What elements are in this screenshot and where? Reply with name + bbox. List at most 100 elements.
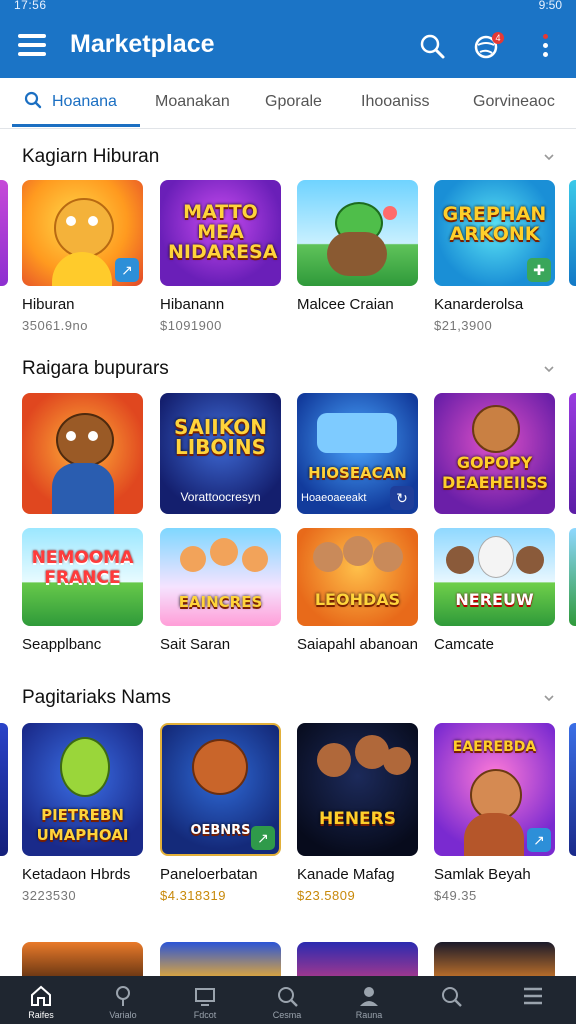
- game-card[interactable]: EAINCRES Sait Saran: [160, 528, 281, 653]
- game-card[interactable]: NEMOOMA FRANCE Seapplbanc: [22, 528, 143, 653]
- game-card[interactable]: HIOSEACAN Hoaeoaeeakt ↻: [297, 393, 418, 514]
- game-logo-text: HENERS: [318, 809, 396, 829]
- chevron-down-icon[interactable]: [544, 693, 554, 703]
- game-thumbnail-partial[interactable]: [569, 528, 576, 626]
- game-thumbnail: HENERS: [297, 723, 418, 856]
- home-icon: [31, 985, 51, 1006]
- nav-item-home[interactable]: Raifes: [0, 976, 82, 1024]
- tab-gporale[interactable]: Gporale: [265, 78, 322, 128]
- nav-item-search[interactable]: [410, 976, 492, 1024]
- game-card[interactable]: LEOHDAS Saiapahl abanoan: [297, 528, 418, 653]
- game-card[interactable]: Malcee Craian: [297, 180, 418, 318]
- category-tabs: Hoanana Moanakan Gporale Ihooaniss Gorvi…: [0, 78, 576, 129]
- game-thumbnail: ↗: [22, 180, 143, 286]
- nav-item-rauna[interactable]: Rauna: [328, 976, 410, 1024]
- game-logo-text: GOPOPY DEAEHEIISS: [442, 453, 549, 492]
- active-tab-indicator: [12, 124, 140, 127]
- game-price: $4.318319: [160, 888, 226, 903]
- game-title: Ketadaon Hbrds: [22, 866, 131, 883]
- gamepad-icon[interactable]: ✚: [527, 258, 551, 282]
- game-card[interactable]: HENERS Kanade Mafag $23.5809: [297, 723, 418, 903]
- share-icon[interactable]: ↗: [251, 826, 275, 850]
- game-price: 3223530: [22, 888, 77, 903]
- nav-item-varialo[interactable]: Varialo: [82, 976, 164, 1024]
- game-card[interactable]: GOPOPY DEAEHEIISS: [434, 393, 555, 514]
- game-logo-text: NEMOOMA FRANCE: [31, 548, 134, 588]
- game-price: $21,3900: [434, 318, 493, 333]
- game-logo-text: GREPHAN ARKONK: [442, 203, 547, 245]
- notifications-button[interactable]: 4: [472, 32, 504, 60]
- game-logo-text: LEOHDAS: [314, 590, 401, 609]
- tab-gorvineaoc[interactable]: Gorvineaoc: [473, 78, 555, 128]
- game-thumbnail-partial[interactable]: [569, 393, 576, 514]
- app-bar: Marketplace 4: [0, 14, 576, 78]
- page-title: Marketplace: [70, 30, 215, 58]
- tv-icon: [195, 988, 215, 1006]
- game-subtitle: Vorattoocresyn: [180, 490, 261, 504]
- person-icon: [360, 987, 378, 1006]
- game-card[interactable]: GREPHAN ARKONK ✚ Kanarderolsa $21,3900: [434, 180, 555, 333]
- game-title: Malcee Craian: [297, 296, 394, 313]
- share-icon[interactable]: ↗: [527, 828, 551, 852]
- tab-label: Hoanana: [52, 93, 117, 110]
- game-thumbnail-partial[interactable]: [0, 180, 8, 286]
- game-thumbnail: LEOHDAS: [297, 528, 418, 626]
- game-card[interactable]: ↗ Hiburan 35061.9no: [22, 180, 143, 333]
- game-title: Kanade Mafag: [297, 866, 395, 883]
- share-icon[interactable]: ↗: [115, 258, 139, 282]
- more-options-icon[interactable]: [543, 34, 549, 60]
- game-thumbnail: SAIIKON LIBOINS Vorattoocresyn: [160, 393, 281, 514]
- game-card[interactable]: [22, 393, 143, 514]
- game-card[interactable]: EAEREBDA ↗ Samlak Beyah $49.35: [434, 723, 555, 903]
- refresh-icon[interactable]: ↻: [390, 486, 414, 510]
- game-card[interactable]: NEREUW Camcate: [434, 528, 555, 653]
- game-thumbnail: NEMOOMA FRANCE: [22, 528, 143, 626]
- status-time: 17:56: [14, 0, 47, 12]
- status-bar: 17:56 9:50: [0, 0, 576, 14]
- game-thumbnail: GREPHAN ARKONK ✚: [434, 180, 555, 286]
- menu-icon: [524, 987, 542, 1005]
- game-thumbnail: OEBNRS ↗: [160, 723, 281, 856]
- game-title: Hiburan: [22, 296, 75, 313]
- game-thumbnail: GOPOPY DEAEHEIISS: [434, 393, 555, 514]
- game-title: Sait Saran: [160, 636, 231, 653]
- game-thumbnail-partial[interactable]: [569, 180, 576, 286]
- nav-item-fdcot[interactable]: Fdcot: [164, 976, 246, 1024]
- search-icon: [278, 987, 298, 1007]
- game-thumbnail-partial[interactable]: [569, 723, 576, 856]
- game-logo-text: EAEREBDA: [452, 739, 537, 755]
- hamburger-menu-icon[interactable]: [18, 34, 46, 58]
- search-icon: [442, 987, 462, 1007]
- game-thumbnail: HIOSEACAN Hoaeoaeeakt ↻: [297, 393, 418, 514]
- nav-label: Fdcot: [193, 1010, 217, 1020]
- tab-hoanana[interactable]: Hoanana: [24, 78, 117, 128]
- tab-moanakan[interactable]: Moanakan: [155, 78, 230, 128]
- game-subtitle: Hoaeoaeeakt: [301, 492, 367, 504]
- game-thumbnail-partial[interactable]: [0, 723, 8, 856]
- game-card[interactable]: SAIIKON LIBOINS Vorattoocresyn: [160, 393, 281, 514]
- notification-badge: 4: [492, 32, 504, 44]
- nav-label: Raifes: [28, 1010, 54, 1020]
- game-title: Paneloerbatan: [160, 866, 258, 883]
- nav-item-cesma[interactable]: Cesma: [246, 976, 328, 1024]
- section-title: Kagiarn Hiburan: [22, 146, 160, 167]
- game-card[interactable]: PIETREBN UMAPHOAI Ketadaon Hbrds 3223530: [22, 723, 143, 903]
- search-icon[interactable]: [418, 32, 446, 60]
- game-logo-text: MATTO MEA NIDARESA: [168, 201, 278, 263]
- game-card[interactable]: MATTO MEA NIDARESA Hibanann $1091900: [160, 180, 281, 333]
- nav-item-menu[interactable]: [492, 976, 574, 1024]
- tab-ihooaniss[interactable]: Ihooaniss: [361, 78, 430, 128]
- chevron-down-icon[interactable]: [544, 364, 554, 374]
- chevron-down-icon[interactable]: [544, 152, 554, 162]
- lightbulb-icon: [116, 986, 130, 1006]
- game-thumbnail: EAEREBDA ↗: [434, 723, 555, 856]
- game-title: Saiapahl abanoan: [297, 636, 418, 653]
- game-logo-text: HIOSEACAN: [308, 464, 407, 482]
- game-thumbnail: [22, 393, 143, 514]
- game-thumbnail: NEREUW: [434, 528, 555, 626]
- game-thumbnail: [297, 180, 418, 286]
- bottom-navigation: Raifes Varialo Fdcot Cesma Rauna: [0, 976, 576, 1024]
- game-title: Hibanann: [160, 296, 225, 313]
- game-card[interactable]: OEBNRS ↗ Paneloerbatan $4.318319: [160, 723, 281, 903]
- game-price: $49.35: [434, 888, 477, 903]
